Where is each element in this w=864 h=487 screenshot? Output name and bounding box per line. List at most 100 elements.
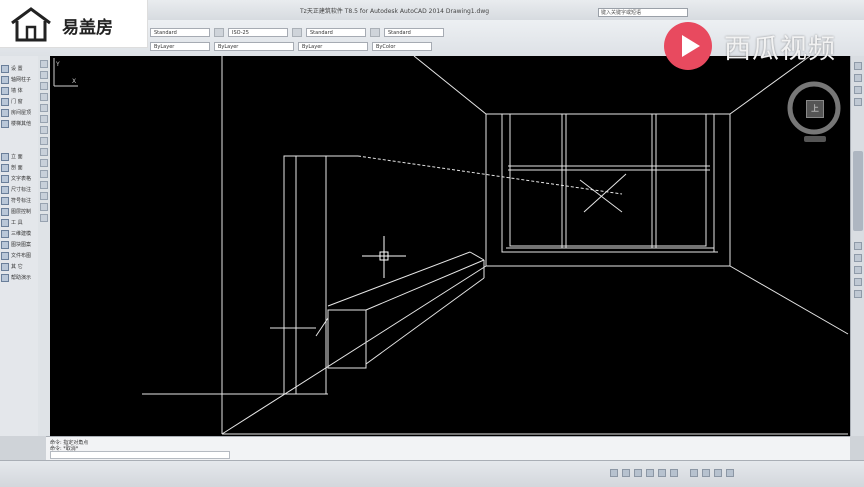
play-logo-icon: [664, 22, 712, 70]
menu-item-help[interactable]: 帮助演示: [1, 273, 37, 282]
extents-icon[interactable]: [854, 254, 862, 262]
rectangle-tool-icon[interactable]: [40, 104, 48, 112]
table-style-select[interactable]: Standard: [306, 28, 366, 37]
pan-icon[interactable]: [854, 62, 862, 70]
circle-tool-icon[interactable]: [40, 82, 48, 90]
navigation-bar: [850, 56, 864, 436]
gradient-tool-icon[interactable]: [40, 181, 48, 189]
menu-item-layout[interactable]: 文件布图: [1, 251, 37, 260]
layer-icon: [1, 207, 9, 216]
steering-wheel-icon[interactable]: [854, 98, 862, 106]
ellipse-tool-icon[interactable]: [40, 137, 48, 145]
ortho-icon[interactable]: [634, 469, 642, 477]
axis-icon: [1, 75, 9, 84]
bench-top-back: [327, 251, 471, 307]
ceiling-ray-left: [413, 56, 487, 115]
properties-toolbar-row: ByLayer ByLayer ByLayer ByColor: [150, 42, 432, 53]
showmotion-icon[interactable]: [854, 242, 862, 250]
table-tool-icon[interactable]: [40, 203, 48, 211]
search-input[interactable]: 键入关键字或短语: [598, 8, 688, 17]
spline-tool-icon[interactable]: [40, 126, 48, 134]
menu-item-3d[interactable]: 三维建模: [1, 229, 37, 238]
plotstyle-select[interactable]: ByColor: [372, 42, 432, 51]
section-icon: [1, 163, 9, 172]
menu-item-axis[interactable]: 轴网柱子: [1, 75, 37, 84]
drawing-canvas[interactable]: Y X 上: [50, 56, 850, 436]
zoom-icon[interactable]: [854, 74, 862, 82]
symbol-icon: [1, 196, 9, 205]
tarch-screen-menu: 设 置 轴网柱子 墙 体 门 窗 房间屋顶 楼梯其他 立 面 剖 面 文字表格 …: [0, 56, 39, 436]
tools-icon: [1, 218, 9, 227]
polar-icon[interactable]: [646, 469, 654, 477]
dim-style-select[interactable]: ISO-25: [228, 28, 288, 37]
viewcube[interactable]: 上: [786, 80, 842, 142]
wcs-label[interactable]: [804, 136, 826, 142]
house-logo-icon: [11, 7, 51, 42]
watermark-text: 西瓜视频: [724, 33, 836, 65]
cube-icon: [1, 229, 9, 238]
lineweight-select[interactable]: ByLayer: [298, 42, 368, 51]
annotation-scale-icon[interactable]: [702, 469, 710, 477]
menu-item-wall[interactable]: 墙 体: [1, 86, 37, 95]
menu-item-other[interactable]: 其 它: [1, 262, 37, 271]
lock-icon[interactable]: [726, 469, 734, 477]
crosshair-cursor: [362, 236, 406, 278]
ucs-axis-icon: Y X: [53, 58, 78, 87]
menu-item-symbol[interactable]: 符号标注: [1, 196, 37, 205]
menu-item-door-window[interactable]: 门 窗: [1, 97, 37, 106]
menu-item-section[interactable]: 剖 面: [1, 163, 37, 172]
dimension-icon: [1, 185, 9, 194]
mtext-tool-icon[interactable]: [40, 214, 48, 222]
style-button[interactable]: [214, 28, 224, 37]
x-mark-b: [583, 173, 627, 213]
mleader-style-select[interactable]: Standard: [384, 28, 444, 37]
vertical-scrollbar[interactable]: [853, 151, 863, 231]
svg-text:Y: Y: [55, 61, 60, 68]
menu-item-dimension[interactable]: 尺寸标注: [1, 185, 37, 194]
previous-view-icon[interactable]: [854, 278, 862, 286]
menu-item-text-table[interactable]: 文字表格: [1, 174, 37, 183]
perspective-drawing: [142, 56, 849, 435]
workspace-icon[interactable]: [714, 469, 722, 477]
menu-item-blocks[interactable]: 图块图案: [1, 240, 37, 249]
osnap-icon[interactable]: [658, 469, 666, 477]
orbit-icon[interactable]: [854, 86, 862, 94]
command-input[interactable]: [50, 451, 230, 459]
floor-ray-right: [729, 265, 849, 335]
realtime-zoom-icon[interactable]: [854, 290, 862, 298]
menu-item-settings[interactable]: 设 置: [1, 64, 37, 73]
status-bar: [0, 460, 864, 487]
otrack-icon[interactable]: [670, 469, 678, 477]
menu-item-stairs[interactable]: 楼梯其他: [1, 119, 37, 128]
polyline-tool-icon[interactable]: [40, 71, 48, 79]
point-tool-icon[interactable]: [40, 159, 48, 167]
svg-text:X: X: [72, 78, 76, 85]
style-toolbar-row: Standard ISO-25 Standard Standard: [150, 28, 444, 39]
viewcube-face[interactable]: 上: [806, 100, 824, 118]
model-space-icon[interactable]: [690, 469, 698, 477]
linetype-select[interactable]: ByLayer: [214, 42, 294, 51]
snap-icon[interactable]: [610, 469, 618, 477]
insert-block-icon[interactable]: [40, 148, 48, 156]
menu-item-room-roof[interactable]: 房间屋顶: [1, 108, 37, 117]
menu-item-tools[interactable]: 工 具: [1, 218, 37, 227]
color-select[interactable]: ByLayer: [150, 42, 210, 51]
grid-icon[interactable]: [622, 469, 630, 477]
region-tool-icon[interactable]: [40, 192, 48, 200]
video-watermark: 西瓜视频: [664, 22, 836, 70]
menu-item-elevation[interactable]: 立 面: [1, 152, 37, 161]
other-icon: [1, 262, 9, 271]
bench-end-top: [469, 251, 485, 261]
hatch-tool-icon[interactable]: [40, 170, 48, 178]
window-zoom-icon[interactable]: [854, 266, 862, 274]
menu-item-layer[interactable]: 图层控制: [1, 207, 37, 216]
dim-button[interactable]: [292, 28, 302, 37]
floor-ray-left: [221, 265, 487, 435]
block-icon: [1, 240, 9, 249]
text-style-select[interactable]: Standard: [150, 28, 210, 37]
table-button[interactable]: [370, 28, 380, 37]
line-tool-icon[interactable]: [40, 60, 48, 68]
command-line: 命令: 指定对角点 命令: *取消*: [46, 436, 850, 461]
polygon-tool-icon[interactable]: [40, 115, 48, 123]
arc-tool-icon[interactable]: [40, 93, 48, 101]
